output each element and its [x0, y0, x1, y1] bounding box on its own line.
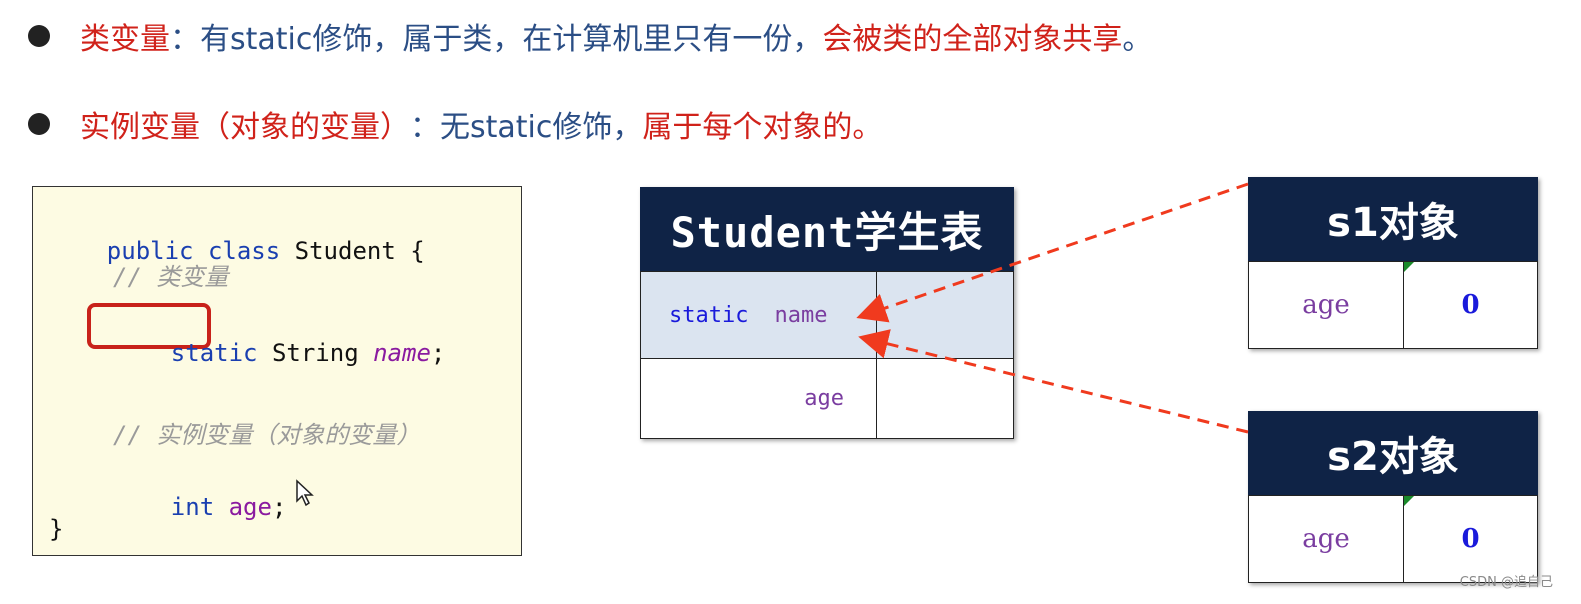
reference-arrows — [856, 182, 1249, 434]
arrow-s1-to-static-name — [856, 182, 1249, 323]
arrow-s2-to-static-name — [858, 329, 1249, 434]
watermark: CSDN @追自己 — [1459, 575, 1553, 590]
